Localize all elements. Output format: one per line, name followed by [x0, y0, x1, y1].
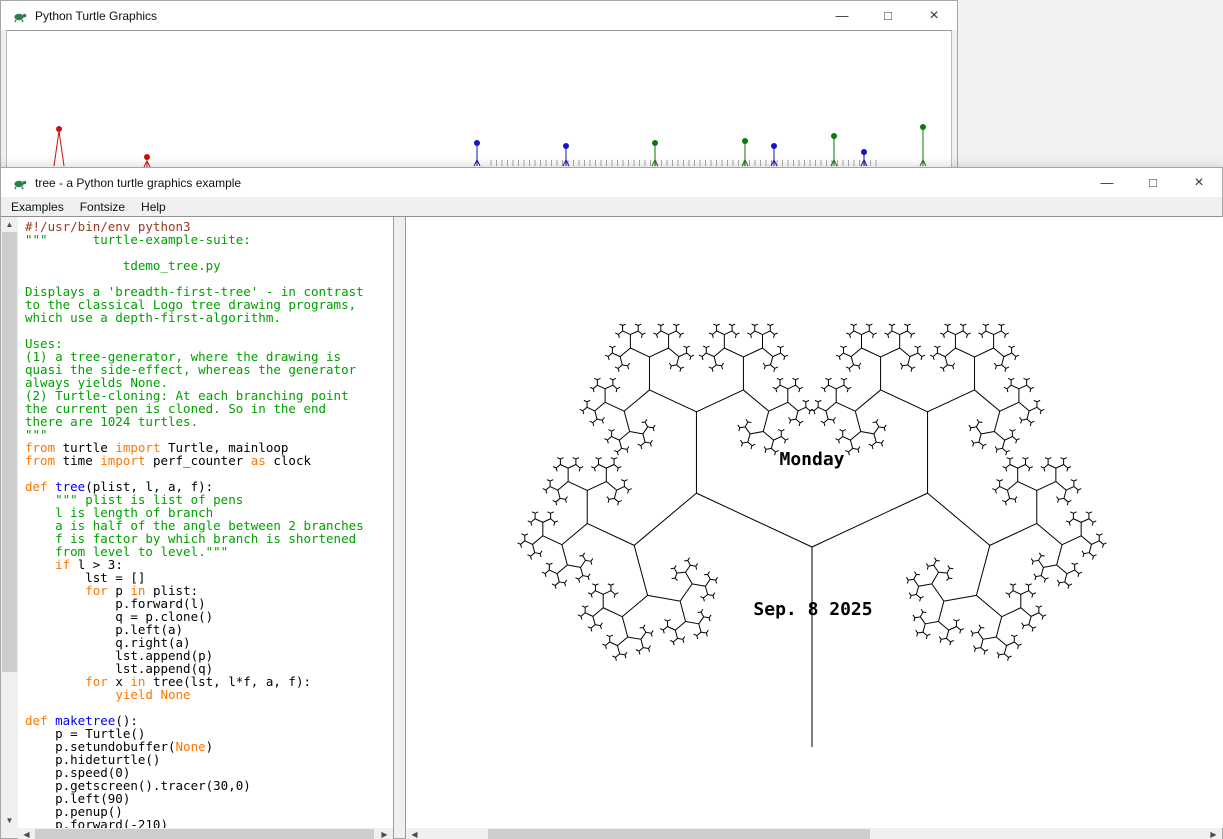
scroll-down-icon[interactable]: ▼	[1, 813, 18, 828]
fractal-tree-drawing: Monday Sep. 8 2025	[406, 217, 1223, 828]
turtle-drawing-canvas: Monday Sep. 8 2025	[406, 217, 1223, 828]
menu-bar: Examples Fontsize Help	[1, 197, 1222, 216]
turtledemo-window: tree - a Python turtle graphics example …	[0, 167, 1223, 839]
scrollbar-trough[interactable]	[423, 828, 1205, 839]
turtle-icon	[12, 8, 28, 24]
scrollbar-trough[interactable]	[35, 828, 376, 839]
turtle-icon	[12, 175, 28, 191]
code-pane: ▲ ▼ #!/usr/bin/env python3""" turtle-exa…	[1, 217, 394, 838]
menu-examples[interactable]: Examples	[3, 197, 72, 216]
canvas-pane: Monday Sep. 8 2025 ◀ ▶	[405, 217, 1222, 838]
paned-content: ▲ ▼ #!/usr/bin/env python3""" turtle-exa…	[1, 216, 1222, 838]
maximize-button[interactable]: □	[865, 1, 911, 30]
window-title: tree - a Python turtle graphics example	[35, 176, 241, 190]
scrollbar-thumb[interactable]	[488, 829, 870, 839]
canvas-text: Monday	[779, 449, 844, 470]
scrollbar-trough[interactable]	[1, 232, 18, 813]
titlebar[interactable]: tree - a Python turtle graphics example …	[1, 168, 1222, 197]
minimize-button[interactable]: —	[1084, 168, 1130, 197]
scroll-right-icon[interactable]: ▶	[1205, 828, 1222, 839]
code-vertical-scrollbar[interactable]: ▲ ▼	[1, 217, 18, 828]
scroll-left-icon[interactable]: ◀	[18, 828, 35, 839]
paned-sash[interactable]	[394, 217, 405, 838]
scrollbar-thumb[interactable]	[35, 829, 374, 839]
maximize-button[interactable]: □	[1130, 168, 1176, 197]
code-editor[interactable]: #!/usr/bin/env python3""" turtle-example…	[18, 217, 393, 828]
code-horizontal-scrollbar[interactable]: ◀ ▶	[18, 828, 393, 839]
scroll-left-icon[interactable]: ◀	[406, 828, 423, 839]
canvas-text: Sep. 8 2025	[753, 599, 872, 620]
close-button[interactable]: ×	[1176, 168, 1222, 197]
close-button[interactable]: ×	[911, 1, 957, 30]
scrollbar-thumb[interactable]	[2, 232, 17, 672]
menu-fontsize[interactable]: Fontsize	[72, 197, 133, 216]
minimize-button[interactable]: —	[819, 1, 865, 30]
window-title: Python Turtle Graphics	[35, 9, 157, 23]
scroll-up-icon[interactable]: ▲	[1, 217, 18, 232]
scroll-right-icon[interactable]: ▶	[376, 828, 393, 839]
titlebar[interactable]: Python Turtle Graphics — □ ×	[1, 1, 957, 30]
canvas-horizontal-scrollbar[interactable]: ◀ ▶	[406, 828, 1222, 839]
menu-help[interactable]: Help	[133, 197, 174, 216]
